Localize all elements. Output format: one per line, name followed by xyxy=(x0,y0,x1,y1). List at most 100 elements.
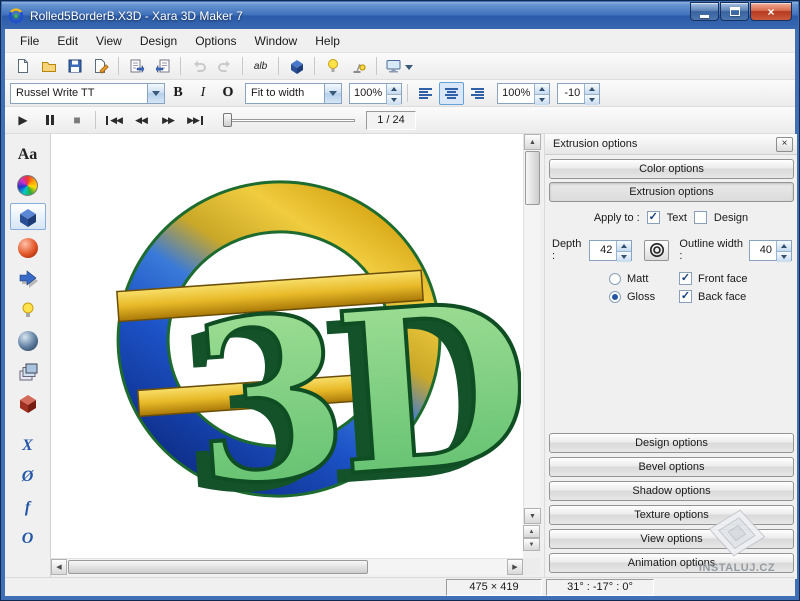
tracking-spinner[interactable]: -10 xyxy=(557,83,600,104)
save-button[interactable] xyxy=(62,55,87,78)
tracking-up[interactable] xyxy=(585,84,599,94)
previous-frame-button[interactable]: ◀◀ xyxy=(128,109,154,131)
animation-options-button[interactable]: Animation options xyxy=(549,553,794,573)
horizontal-scroll-thumb[interactable] xyxy=(68,560,368,574)
redo-button[interactable] xyxy=(212,55,237,78)
shadow-options-button[interactable]: Shadow options xyxy=(549,481,794,501)
undo-button[interactable] xyxy=(186,55,211,78)
apply-design-checkbox[interactable] xyxy=(694,211,707,224)
vertical-scroll-thumb[interactable] xyxy=(525,151,540,205)
text-size-spinner[interactable]: 100% xyxy=(349,83,402,104)
menu-design[interactable]: Design xyxy=(131,30,186,52)
play-button[interactable]: ▶ xyxy=(10,109,36,131)
matt-radio[interactable] xyxy=(609,273,621,285)
scroll-up-button[interactable]: ▲ xyxy=(524,134,541,150)
menu-view[interactable]: View xyxy=(87,30,131,52)
fit-mode-dropdown[interactable] xyxy=(324,84,341,103)
extrude-toggle-button[interactable] xyxy=(284,55,309,78)
tool-rotate[interactable]: Ø xyxy=(10,463,46,490)
view-options-button[interactable]: View options xyxy=(549,529,794,549)
outline-width-down[interactable] xyxy=(777,251,791,262)
aspect-down[interactable] xyxy=(535,94,549,105)
menu-help[interactable]: Help xyxy=(306,30,349,52)
align-left-button[interactable] xyxy=(413,82,438,105)
apply-text-checkbox[interactable]: ✓ xyxy=(647,211,660,224)
menu-edit[interactable]: Edit xyxy=(48,30,87,52)
text-size-up[interactable] xyxy=(387,84,401,94)
pause-button[interactable] xyxy=(37,109,63,131)
outline-width-spinner[interactable]: 40 xyxy=(749,240,792,261)
back-face-checkbox[interactable]: ✓ xyxy=(679,290,692,303)
depth-down[interactable] xyxy=(617,251,631,262)
aspect-value[interactable]: 100% xyxy=(498,84,534,103)
bold-button[interactable]: B xyxy=(166,83,190,104)
menu-window[interactable]: Window xyxy=(246,30,307,52)
page-up-button[interactable]: ▲ xyxy=(523,525,540,538)
next-frame-button[interactable]: ▶▶ xyxy=(155,109,181,131)
align-right-button[interactable] xyxy=(465,82,490,105)
tool-swing[interactable]: X xyxy=(10,432,46,459)
export-button[interactable] xyxy=(88,55,113,78)
depth-up[interactable] xyxy=(617,241,631,251)
panel-header[interactable]: Extrusion options × xyxy=(545,134,797,155)
depth-spinner[interactable]: 42 xyxy=(589,240,632,261)
outline-button[interactable]: O xyxy=(216,83,240,104)
tracking-down[interactable] xyxy=(585,94,599,105)
new-document-button[interactable] xyxy=(10,55,35,78)
lighting-button[interactable] xyxy=(320,55,345,78)
scroll-down-button[interactable]: ▼ xyxy=(524,508,541,524)
font-select[interactable]: Russel Write TT xyxy=(10,83,165,104)
lamp-button[interactable] xyxy=(346,55,371,78)
page-down-button[interactable]: ▼ xyxy=(523,538,540,551)
title-bar[interactable]: Rolled5BorderB.X3D - Xara 3D Maker 7 × xyxy=(2,2,798,29)
open-button[interactable] xyxy=(36,55,61,78)
import-text-button[interactable] xyxy=(124,55,149,78)
outline-width-value[interactable]: 40 xyxy=(750,241,776,260)
tracking-value[interactable]: -10 xyxy=(558,84,584,103)
menu-file[interactable]: File xyxy=(11,30,48,52)
tool-text-options[interactable]: Aa xyxy=(10,141,46,168)
text-size-value[interactable]: 100% xyxy=(350,84,386,103)
texture-options-button[interactable]: Texture options xyxy=(549,505,794,525)
align-center-button[interactable] xyxy=(439,82,464,105)
insert-text-button[interactable] xyxy=(150,55,175,78)
bevel-options-button[interactable]: Bevel options xyxy=(549,457,794,477)
document-canvas[interactable]: 3D 3D xyxy=(51,134,523,558)
tool-fade[interactable]: f xyxy=(10,494,46,521)
scroll-right-button[interactable]: ▶ xyxy=(507,559,523,575)
frame-slider[interactable] xyxy=(223,110,355,130)
frame-slider-track[interactable] xyxy=(223,119,355,122)
font-dropdown[interactable] xyxy=(147,84,164,103)
color-options-button[interactable]: Color options xyxy=(549,159,794,179)
fit-mode-select[interactable]: Fit to width xyxy=(245,83,342,104)
display-quality-button[interactable] xyxy=(382,55,416,78)
tool-bevel-options[interactable] xyxy=(10,234,46,261)
tool-shadow-options[interactable] xyxy=(10,265,46,292)
first-frame-button[interactable]: ◀◀ xyxy=(101,109,127,131)
extrusion-options-button[interactable]: Extrusion options xyxy=(549,182,794,202)
tool-view-options[interactable] xyxy=(10,327,46,354)
tool-pulsate[interactable]: O xyxy=(10,525,46,552)
outline-width-up[interactable] xyxy=(777,241,791,251)
vertical-scrollbar[interactable]: ▲ ▼ xyxy=(523,134,540,524)
aspect-spinner[interactable]: 100% xyxy=(497,83,550,104)
horizontal-scrollbar[interactable]: ◀ ▶ xyxy=(51,558,523,575)
scroll-left-button[interactable]: ◀ xyxy=(51,559,67,575)
outline-toggle-button[interactable] xyxy=(644,240,669,261)
menu-options[interactable]: Options xyxy=(186,30,245,52)
text-size-down[interactable] xyxy=(387,94,401,105)
aspect-up[interactable] xyxy=(535,84,549,94)
tool-animation-options[interactable] xyxy=(10,389,46,416)
tool-design-options[interactable] xyxy=(10,358,46,385)
front-face-checkbox[interactable]: ✓ xyxy=(679,272,692,285)
maximize-button[interactable] xyxy=(720,2,749,21)
gloss-radio[interactable] xyxy=(609,291,621,303)
tool-extrusion-options[interactable] xyxy=(10,203,46,230)
depth-value[interactable]: 42 xyxy=(590,241,616,260)
tool-texture-options[interactable] xyxy=(10,296,46,323)
rename-text-button[interactable]: alb xyxy=(248,55,273,78)
minimize-button[interactable] xyxy=(690,2,719,21)
stop-button[interactable]: ■ xyxy=(64,109,90,131)
panel-close-button[interactable]: × xyxy=(776,137,793,152)
italic-button[interactable]: I xyxy=(191,83,215,104)
